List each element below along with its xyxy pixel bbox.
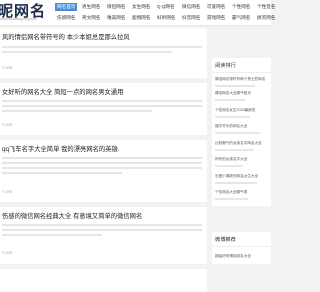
nav-english[interactable]: 英文网名 <box>82 15 100 21</box>
article-excerpt <box>2 105 202 107</box>
article-excerpt <box>2 157 202 159</box>
nav-male[interactable]: 男生网名 <box>82 4 100 10</box>
recommend-item[interactable]: 超级好听情侣网名大全 <box>215 254 251 259</box>
hot-item[interactable]: 好听的女孩名字大全 <box>215 157 247 162</box>
article-card[interactable]: 伤感的微信网名经典大全 有意境又简单的微信网名 © 9/08 <box>0 207 207 264</box>
nav-qq[interactable]: Q Q网名 <box>157 4 175 10</box>
article-excerpt <box>2 100 202 102</box>
hot-item[interactable]: 个性网名大全霸气男 <box>215 190 247 195</box>
hot-item-meta <box>215 182 257 184</box>
nav-signature[interactable]: 个性签名 <box>257 4 275 10</box>
article-excerpt <box>2 229 202 231</box>
nav-funny[interactable]: 搞笑网名 <box>257 15 275 21</box>
hot-item-meta <box>215 165 243 167</box>
hot-item-meta <box>215 85 255 87</box>
nav-couple[interactable]: 情侣网名 <box>107 4 125 10</box>
hot-item-meta <box>215 132 260 134</box>
hot-item[interactable]: 可爱小清新的网名女生大全 <box>215 174 258 179</box>
hot-item[interactable]: 福字开头的网名大全 <box>215 124 247 129</box>
article-excerpt <box>2 167 202 169</box>
article-meta: © 9/08 <box>2 190 13 194</box>
hot-item-meta <box>215 198 248 200</box>
recommend-panel: 微博推荐 超级好听情侣网名大全 <box>212 232 271 264</box>
article-excerpt <box>2 172 122 174</box>
hot-item-meta <box>215 149 253 151</box>
site-url: www.leziwangming.com <box>0 17 38 21</box>
nav-female[interactable]: 女生网名 <box>132 4 150 10</box>
article-excerpt <box>2 51 172 53</box>
nav-beautiful[interactable]: 唯美网名 <box>107 15 125 21</box>
nav-wechat[interactable]: 微信网名 <box>182 4 200 10</box>
hot-ranking-panel: 阅读排行 情侣网名带符号两个男士的网名 情侣网名大全霸气阳光 个性网名女生202… <box>212 58 271 206</box>
top-header: 昵网名 www.leziwangming.com 网名首页 男生网名 情侣网名 … <box>0 0 275 26</box>
hot-item-meta <box>215 116 250 118</box>
article-meta: © 9/08 <box>2 66 13 70</box>
article-title[interactable]: 伤感的微信网名经典大全 有意境又简单的微信网名 <box>2 211 142 220</box>
hot-ranking-title: 阅读排行 <box>215 63 236 69</box>
nav-home[interactable]: 网名首页 <box>55 3 78 11</box>
divider <box>212 72 271 73</box>
divider <box>212 246 271 247</box>
article-excerpt <box>2 234 102 236</box>
article-excerpt <box>2 224 202 226</box>
nav-nice[interactable]: 好听网名 <box>157 15 175 21</box>
nav-douyin[interactable]: 抖音网名 <box>182 15 200 21</box>
article-title[interactable]: qq飞车名字大全简单 我的漂亮网名的英雄. <box>2 144 120 153</box>
nav-cute[interactable]: 可爱网名 <box>207 4 225 10</box>
article-title[interactable]: 女好听的网名大全 简短一点的网名男女通用 <box>2 87 123 96</box>
article-title[interactable]: 风的情侣网名带符号的 本少本姐总是那么拉风 <box>2 32 130 41</box>
article-excerpt <box>2 162 202 164</box>
recommend-title: 微博推荐 <box>215 237 236 243</box>
nav-cool[interactable]: 超拽网名 <box>132 15 150 21</box>
article-excerpt <box>2 110 152 112</box>
hot-item[interactable]: 情侣网名大全霸气阳光 <box>215 91 251 96</box>
nav-domineering[interactable]: 霸气网名 <box>232 15 250 21</box>
article-card[interactable]: 女好听的网名大全 简短一点的网名男女通用 © 9/08 <box>0 83 207 135</box>
article-card[interactable] <box>0 269 207 292</box>
nav-sad[interactable]: 伤感网名 <box>57 15 75 21</box>
hot-item[interactable]: 个性网名女生2025最新的 <box>215 108 255 113</box>
hot-item[interactable]: 情侣网名带符号两个男士的网名 <box>215 77 265 82</box>
article-card[interactable]: 风的情侣网名带符号的 本少本姐总是那么拉风 © 9/08 <box>0 28 207 78</box>
article-meta: © 9/08 <box>2 251 13 255</box>
hot-item[interactable]: 比较霸气的女孩名字网名大全 <box>215 141 262 146</box>
article-meta: © 9/08 <box>2 123 13 127</box>
article-excerpt <box>2 46 202 48</box>
hot-item-meta <box>215 99 245 101</box>
nav-personal[interactable]: 个性网名 <box>232 4 250 10</box>
nav-game[interactable]: 游戏网名 <box>207 15 225 21</box>
article-card[interactable]: qq飞车名字大全简单 我的漂亮网名的英雄. © 9/08 <box>0 140 207 202</box>
